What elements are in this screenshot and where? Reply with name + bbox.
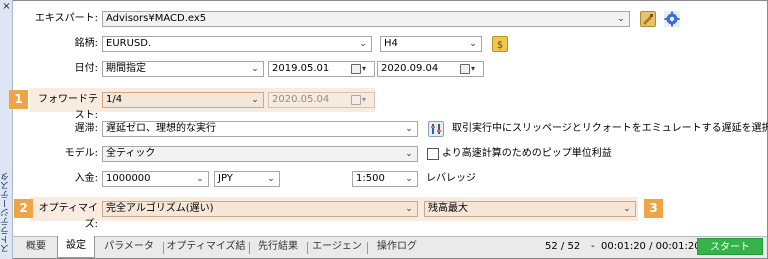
progress-status: 52 / 52 [545, 241, 581, 252]
forward-label: フォワードテスト: [38, 94, 98, 121]
calendar-icon[interactable]: ▾ [351, 63, 371, 75]
tab-journal[interactable]: 操作ログ [369, 237, 425, 257]
forward-value: 1/4 [106, 94, 123, 105]
optimize-value: 完全アルゴリズム(遅い) [106, 203, 214, 214]
expert-label: エキスパート: [34, 13, 98, 24]
currency-value: JPY [218, 173, 233, 184]
tab-separator [249, 242, 250, 254]
tab-forward-results[interactable]: 先行結果 [251, 237, 305, 257]
leverage-label: レバレッジ [426, 173, 476, 184]
delay-label: 遅滞: [74, 123, 98, 134]
chevron-down-icon: ⌄ [251, 64, 259, 74]
criterion-select[interactable]: 残高最大 ⌄ [424, 201, 636, 217]
currency-select[interactable]: JPY ⌄ [214, 171, 280, 187]
deposit-label: 入金: [74, 173, 98, 184]
calendar-icon[interactable]: ▾ [351, 94, 371, 106]
gear-icon[interactable] [664, 11, 680, 27]
timeframe-value: H4 [384, 38, 398, 49]
tab-settings[interactable]: 設定 [57, 236, 95, 258]
delay-value: 遅延ゼロ、理想的な実行 [106, 123, 216, 134]
chevron-down-icon: ⌄ [405, 204, 413, 214]
symbol-value: EURUSD. [106, 38, 152, 49]
date-from-field[interactable]: 2019.05.01 ▾ [268, 61, 375, 77]
tab-separator [307, 242, 308, 254]
timeframe-select[interactable]: H4 ⌄ [380, 36, 482, 52]
chevron-down-icon: ⌄ [405, 149, 413, 159]
chevron-down-icon: ⌄ [405, 174, 413, 184]
svg-text:$: $ [497, 40, 503, 51]
leverage-select[interactable]: 1:500 ⌄ [352, 171, 418, 187]
optimize-select[interactable]: 完全アルゴリズム(遅い) ⌄ [102, 201, 418, 217]
optimize-label: オプティマイズ: [38, 203, 98, 230]
chevron-down-icon: ⌄ [267, 174, 275, 184]
chevron-down-icon: ⌄ [196, 174, 204, 184]
delay-description: 取引実行中にスリッページとリクォートをエミュレートする遅延を選択します [452, 123, 768, 134]
chevron-down-icon: ⌄ [359, 39, 367, 49]
symbol-label: 銘柄: [74, 38, 98, 49]
tester-tab-bar: 概要 設定 パラメータ オプティマイズ結果 先行結果 エージェント 操作ログ 5… [13, 236, 767, 258]
time-separator: - [591, 241, 595, 252]
elapsed-time-status: 00:01:20 / 00:01:20 [601, 241, 701, 252]
tab-parameters[interactable]: パラメータ [97, 237, 161, 257]
tab-agents[interactable]: エージェント [309, 237, 365, 257]
delay-settings-icon[interactable] [428, 121, 444, 137]
leverage-value: 1:500 [356, 173, 385, 184]
expert-select[interactable]: Advisors¥MACD.ex5 ⌄ [102, 11, 630, 27]
calendar-icon[interactable]: ▾ [460, 63, 480, 75]
callout-badge-3: 3 [644, 199, 663, 218]
chevron-down-icon: ⌄ [469, 39, 477, 49]
model-value: 全ティック [106, 148, 156, 159]
forward-date-value: 2020.05.04 [272, 94, 330, 105]
date-to-field[interactable]: 2020.09.04 ▾ [377, 61, 484, 77]
model-select[interactable]: 全ティック ⌄ [102, 146, 418, 162]
tab-optimization-results[interactable]: オプティマイズ結果 [165, 237, 247, 257]
callout-badge-1: 1 [9, 90, 28, 109]
deposit-amount-value: 1000000 [106, 173, 151, 184]
pips-checkbox-label: より高速計算のためのピップ単位利益 [442, 148, 612, 159]
symbol-properties-icon[interactable]: $ [492, 36, 508, 52]
tester-side-strip: × ストラテジーテスター [0, 0, 24, 259]
expert-value: Advisors¥MACD.ex5 [106, 13, 207, 24]
model-label: モデル: [64, 148, 98, 159]
close-icon[interactable]: × [1, 1, 12, 12]
date-to-value: 2020.09.04 [381, 63, 439, 74]
date-label: 日付: [74, 63, 98, 74]
forward-date-field[interactable]: 2020.05.04 ▾ [268, 92, 375, 108]
date-mode-value: 期間指定 [106, 63, 146, 74]
deposit-amount-select[interactable]: 1000000 ⌄ [102, 171, 209, 187]
chevron-down-icon: ⌄ [623, 204, 631, 214]
pips-checkbox[interactable] [427, 148, 439, 160]
chevron-down-icon: ⌄ [405, 124, 413, 134]
start-button[interactable]: スタート [697, 238, 763, 255]
chevron-down-icon: ⌄ [617, 14, 625, 24]
edit-expert-icon[interactable] [640, 11, 656, 27]
criterion-value: 残高最大 [428, 203, 468, 214]
tab-separator [163, 242, 164, 254]
tester-vertical-title: ストラテジーテスター [1, 172, 24, 253]
date-mode-select[interactable]: 期間指定 ⌄ [102, 61, 264, 77]
symbol-select[interactable]: EURUSD. ⌄ [102, 36, 372, 52]
tab-overview[interactable]: 概要 [17, 237, 55, 257]
forward-select[interactable]: 1/4 ⌄ [102, 92, 264, 108]
chevron-down-icon: ⌄ [251, 95, 259, 105]
tab-separator [367, 242, 368, 254]
delay-select[interactable]: 遅延ゼロ、理想的な実行 ⌄ [102, 121, 418, 137]
date-from-value: 2019.05.01 [272, 63, 330, 74]
